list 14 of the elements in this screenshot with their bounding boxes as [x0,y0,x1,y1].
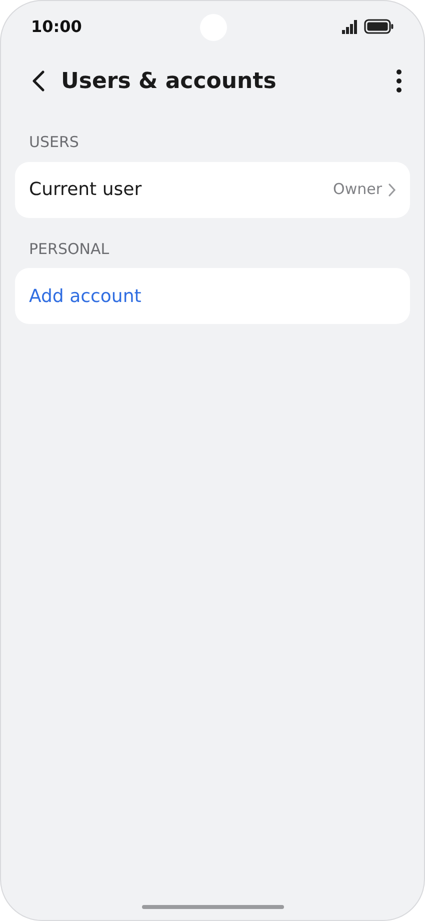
status-time: 10:00 [31,16,82,38]
signal-icon [342,20,360,34]
item-value: Owner [333,179,382,200]
settings-item[interactable]: Current user Owner [15,162,410,218]
chevron-icon [388,182,396,196]
more-options-icon[interactable] [396,69,402,93]
item-label: Current user [29,178,143,202]
battery-icon [364,19,394,34]
back-icon[interactable] [31,70,45,92]
section-heading: USERS [29,133,79,151]
item-label: Add account [29,284,142,308]
page-title: Users & accounts [61,68,278,96]
section-heading: PERSONAL [29,240,110,258]
settings-item[interactable]: Add account [15,268,410,324]
